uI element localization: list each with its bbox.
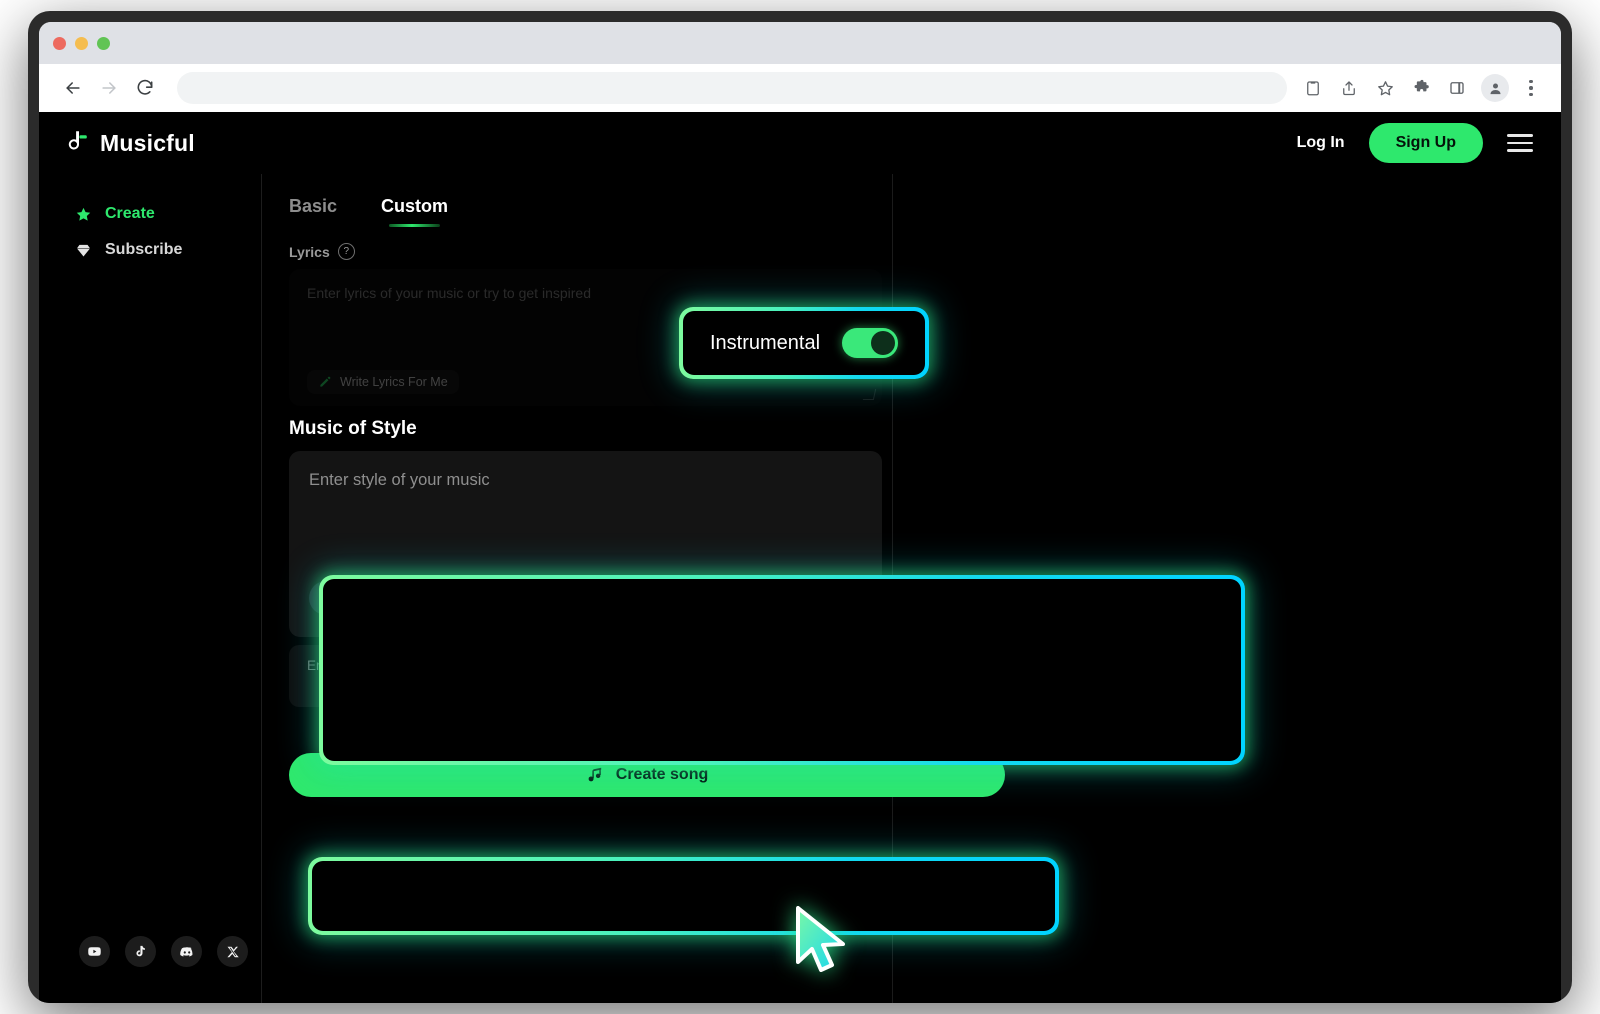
brand-logo[interactable]: Musicful — [63, 129, 195, 157]
address-input[interactable] — [177, 72, 1287, 104]
x-twitter-link[interactable] — [217, 936, 248, 967]
youtube-link[interactable] — [79, 936, 110, 967]
x-twitter-icon — [226, 946, 239, 957]
tab-custom-label: Custom — [381, 196, 449, 216]
profile-button[interactable] — [1481, 74, 1509, 102]
tab-active-underline — [389, 224, 441, 227]
app-header: Musicful Log In Sign Up — [39, 112, 1561, 174]
lyrics-label: Lyrics — [289, 243, 330, 260]
question-mark-icon[interactable]: ? — [337, 243, 355, 260]
sidebar-item-label: Create — [105, 205, 155, 222]
toolbar-icon-group — [1297, 72, 1545, 104]
pencil-icon — [320, 376, 331, 387]
browser-menu-button[interactable] — [1517, 72, 1545, 104]
brand-name: Musicful — [100, 129, 195, 156]
musicful-logo-icon — [68, 131, 87, 150]
tiktok-link[interactable] — [125, 936, 156, 967]
signup-button[interactable]: Sign Up — [1368, 123, 1483, 163]
diamond-icon — [77, 244, 90, 256]
style-section-title: Music of Style — [289, 418, 417, 439]
tiktok-icon — [136, 945, 145, 957]
forward-button[interactable] — [91, 70, 127, 106]
reload-button[interactable] — [127, 70, 163, 106]
write-lyrics-label: Write Lyrics For Me — [340, 375, 448, 389]
extensions-button[interactable] — [1405, 72, 1437, 104]
back-button[interactable] — [55, 70, 91, 106]
share-icon — [1343, 81, 1355, 96]
create-highlight-frame — [308, 857, 1059, 935]
header-actions: Log In Sign Up — [1297, 123, 1533, 163]
write-lyrics-button[interactable]: Write Lyrics For Me — [307, 370, 459, 394]
tab-custom[interactable]: Custom — [381, 196, 448, 227]
mouse-pointer-icon — [796, 906, 845, 972]
music-notes-icon — [588, 767, 601, 781]
lyrics-label-row: Lyrics ? — [289, 243, 892, 260]
app-viewport: Musicful Log In Sign Up Create Subscribe… — [39, 112, 1561, 1003]
close-window-button[interactable] — [53, 36, 66, 50]
sidebar-item-label: Subscribe — [105, 241, 183, 258]
bookmark-star-icon — [1377, 80, 1393, 95]
sidebar-item-create[interactable]: Create — [39, 196, 261, 232]
sidebar-item-subscribe[interactable]: Subscribe — [39, 232, 261, 268]
social-links — [79, 936, 248, 967]
zoom-window-button[interactable] — [97, 36, 110, 50]
browser-window: Musicful Log In Sign Up Create Subscribe… — [28, 11, 1572, 1003]
kebab-dot — [1529, 86, 1533, 90]
forward-arrow-icon — [102, 82, 116, 94]
style-highlight-inner — [323, 579, 1241, 761]
clipboard-icon — [1307, 81, 1319, 96]
instrumental-toggle-row[interactable]: Instrumental — [683, 311, 925, 375]
sidebar: Create Subscribe — [39, 174, 262, 1003]
style-placeholder: Enter style of your music — [309, 471, 490, 489]
browser-tab-bar — [39, 22, 1561, 64]
address-bar[interactable] — [177, 72, 1287, 104]
screenshot-stage: Musicful Log In Sign Up Create Subscribe… — [0, 0, 1600, 1014]
instrumental-toggle[interactable] — [842, 328, 899, 358]
extensions-puzzle-icon — [1414, 79, 1429, 91]
clipboard-button[interactable] — [1297, 72, 1329, 104]
youtube-icon — [88, 947, 101, 956]
browser-chrome: Musicful Log In Sign Up Create Subscribe… — [39, 22, 1561, 1003]
share-button[interactable] — [1333, 72, 1365, 104]
hamburger-menu-icon[interactable] — [1507, 134, 1533, 152]
star-icon — [76, 207, 91, 221]
side-panel-icon — [1450, 82, 1464, 94]
textarea-resize-handle[interactable] — [862, 389, 877, 400]
reload-arrow-icon — [137, 79, 153, 95]
kebab-dot — [1529, 92, 1533, 97]
create-song-label: Create song — [615, 766, 709, 783]
side-panel-button[interactable] — [1441, 72, 1473, 104]
tab-basic[interactable]: Basic — [289, 196, 337, 227]
style-highlight-frame — [319, 575, 1245, 765]
discord-link[interactable] — [171, 936, 202, 967]
back-arrow-icon — [66, 82, 80, 94]
mode-tabs: Basic Custom — [289, 174, 892, 227]
browser-toolbar — [39, 64, 1561, 112]
instrumental-highlight-frame: Instrumental — [679, 307, 929, 379]
instrumental-label: Instrumental — [709, 331, 821, 354]
tab-basic-label: Basic — [289, 196, 338, 216]
lyrics-placeholder: Enter lyrics of your music or try to get… — [307, 285, 591, 301]
minimize-window-button[interactable] — [75, 36, 88, 50]
create-highlight-inner — [312, 861, 1055, 931]
login-button[interactable]: Log In — [1297, 134, 1345, 152]
toggle-knob — [871, 331, 896, 355]
profile-avatar-icon — [1490, 83, 1500, 94]
bookmark-button[interactable] — [1369, 72, 1401, 104]
kebab-dot — [1529, 79, 1533, 84]
discord-icon — [179, 946, 192, 957]
